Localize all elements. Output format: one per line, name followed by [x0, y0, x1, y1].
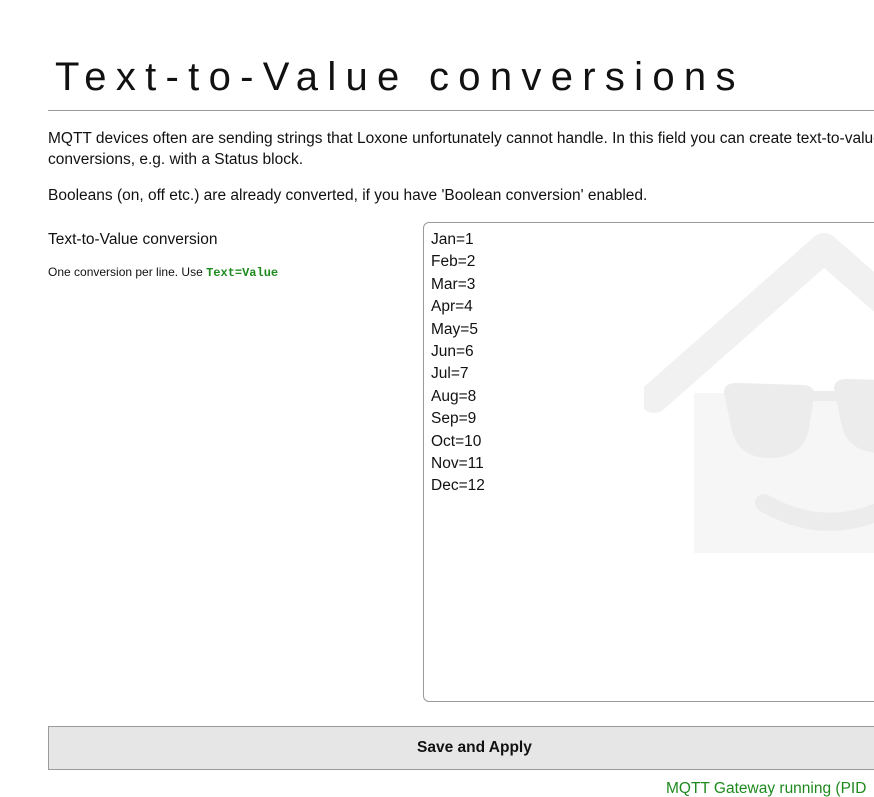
page: Text-to-Value conversions MQTT devices o… — [0, 0, 874, 797]
page-title: Text-to-Value conversions — [55, 55, 745, 99]
conversion-textarea[interactable]: Jan=1 Feb=2 Mar=3 Apr=4 May=5 Jun=6 Jul=… — [424, 223, 874, 701]
intro-paragraph: MQTT devices often are sending strings t… — [48, 130, 874, 168]
conversion-textarea-container: Jan=1 Feb=2 Mar=3 Apr=4 May=5 Jun=6 Jul=… — [423, 222, 874, 702]
boolean-note: Booleans (on, off etc.) are already conv… — [48, 187, 648, 204]
title-divider — [48, 110, 874, 111]
gateway-status-text: MQTT Gateway running (PID — [666, 780, 867, 797]
intro-text: MQTT devices often are sending strings t… — [48, 128, 874, 206]
save-and-apply-button[interactable]: Save and Apply — [48, 726, 874, 770]
hint-text: One conversion per line. Use — [48, 265, 207, 279]
conversion-field-hint: One conversion per line. Use Text=Value — [48, 264, 278, 281]
hint-code: Text=Value — [206, 266, 279, 280]
conversion-field-label: Text-to-Value conversion — [48, 231, 218, 248]
